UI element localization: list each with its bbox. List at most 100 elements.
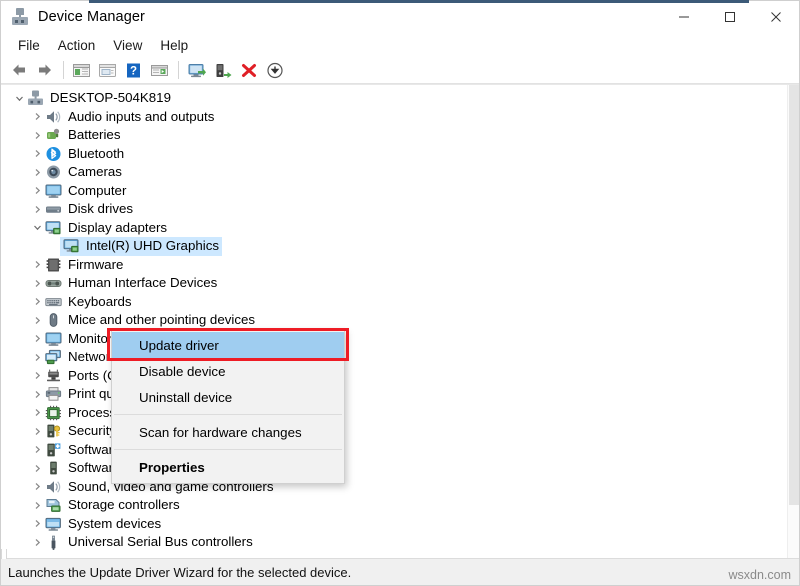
vertical-scrollbar[interactable] — [787, 85, 799, 558]
tree-item[interactable]: Audio inputs and outputs — [1, 108, 787, 127]
computer-root-icon — [27, 90, 44, 106]
chevron-right-icon[interactable] — [29, 367, 45, 385]
chevron-right-icon[interactable] — [29, 163, 45, 181]
software-component-icon — [45, 442, 62, 458]
tree-item[interactable]: System devices — [1, 515, 787, 534]
back-arrow-icon[interactable] — [6, 59, 31, 82]
chevron-right-icon[interactable] — [29, 459, 45, 477]
watermark: wsxdn.com — [728, 568, 791, 582]
device-manager-icon — [11, 8, 29, 26]
tree-item-label: Intel(R) UHD Graphics — [86, 237, 219, 253]
chevron-right-icon[interactable] — [29, 348, 45, 366]
mouse-icon — [45, 312, 62, 328]
properties-icon[interactable] — [95, 59, 120, 82]
help-icon[interactable]: ? — [121, 59, 146, 82]
chevron-right-icon[interactable] — [29, 256, 45, 274]
chevron-right-icon[interactable] — [29, 200, 45, 218]
tree-item[interactable]: Intel(R) UHD Graphics — [1, 236, 787, 256]
toolbar: ? — [1, 57, 799, 84]
chevron-right-icon[interactable] — [29, 478, 45, 496]
tree-root-item[interactable]: DESKTOP-504K819 — [1, 89, 787, 108]
chevron-right-icon[interactable] — [29, 293, 45, 311]
chevron-right-icon[interactable] — [29, 422, 45, 440]
bluetooth-icon — [45, 146, 62, 162]
tree-item-label: Audio inputs and outputs — [68, 108, 215, 124]
toolbar-separator-2 — [178, 61, 179, 79]
tree-item[interactable]: Keyboards — [1, 293, 787, 312]
tree-item[interactable]: Cameras — [1, 163, 787, 182]
close-button[interactable] — [753, 1, 799, 34]
security-device-icon — [45, 423, 62, 439]
update-driver-icon[interactable] — [210, 59, 235, 82]
chevron-right-icon[interactable] — [29, 496, 45, 514]
chevron-right-icon[interactable] — [29, 385, 45, 403]
chevron-down-icon[interactable] — [29, 219, 45, 237]
speaker-icon — [45, 479, 62, 495]
maximize-button[interactable] — [707, 1, 753, 34]
menu-view[interactable]: View — [104, 35, 151, 56]
scrollbar-thumb[interactable] — [789, 85, 799, 505]
tree-item-label: Disk drives — [68, 201, 134, 217]
tree-item[interactable]: Batteries — [1, 126, 787, 145]
context-menu-item-uninstall-device[interactable]: Uninstall device — [112, 384, 344, 410]
device-manager-window: Device Manager File Action View Help ? D… — [0, 0, 800, 586]
context-menu-label: Disable device — [139, 363, 226, 379]
chevron-right-icon[interactable] — [29, 145, 45, 163]
forward-arrow-icon[interactable] — [32, 59, 57, 82]
chevron-right-icon[interactable] — [29, 533, 45, 551]
chevron-right-icon[interactable] — [29, 108, 45, 126]
tree-item[interactable]: Universal Serial Bus controllers — [1, 533, 787, 552]
chevron-right-icon[interactable] — [29, 404, 45, 422]
chevron-right-icon[interactable] — [29, 330, 45, 348]
menu-help[interactable]: Help — [151, 35, 197, 56]
minimize-button[interactable] — [661, 1, 707, 34]
tree-item[interactable]: Bluetooth — [1, 145, 787, 164]
context-menu-item-scan-for-hardware-changes[interactable]: Scan for hardware changes — [112, 419, 344, 445]
tree-item-label: Universal Serial Bus controllers — [68, 534, 253, 550]
chevron-right-icon[interactable] — [29, 311, 45, 329]
tree-item-label: Display adapters — [68, 219, 168, 235]
tree-item[interactable]: Disk drives — [1, 200, 787, 219]
tree-item[interactable]: Firmware — [1, 256, 787, 275]
device-tree-panel: DESKTOP-504K819 Audio inputs and outputs… — [1, 84, 799, 558]
context-menu-item-disable-device[interactable]: Disable device — [112, 358, 344, 384]
window-controls — [661, 1, 799, 34]
chevron-right-icon[interactable] — [29, 182, 45, 200]
show-hide-action-pane-icon[interactable] — [147, 59, 172, 82]
menu-file[interactable]: File — [9, 35, 49, 56]
menu-action[interactable]: Action — [49, 35, 105, 56]
uninstall-device-icon[interactable] — [236, 59, 261, 82]
context-menu-label: Update driver — [139, 337, 219, 353]
tree-item-label: Cameras — [68, 164, 122, 180]
firmware-icon — [45, 257, 62, 273]
chevron-down-icon[interactable] — [11, 89, 27, 107]
tree-item-label: Computer — [68, 182, 127, 198]
port-icon — [45, 368, 62, 384]
tree-item-label: Storage controllers — [68, 497, 180, 513]
battery-icon — [45, 127, 62, 143]
tree-item-label: Human Interface Devices — [68, 275, 218, 291]
status-grip — [1, 549, 7, 559]
device-tree[interactable]: DESKTOP-504K819 Audio inputs and outputs… — [1, 89, 787, 558]
scan-for-hardware-changes-icon[interactable] — [184, 59, 209, 82]
tree-item[interactable]: Mice and other pointing devices — [1, 311, 787, 330]
tree-item[interactable]: Human Interface Devices — [1, 274, 787, 293]
tree-item[interactable]: Display adapters — [1, 219, 787, 238]
status-text: Launches the Update Driver Wizard for th… — [8, 564, 352, 580]
chevron-right-icon[interactable] — [29, 274, 45, 292]
chevron-right-icon[interactable] — [29, 441, 45, 459]
context-menu[interactable]: Update driver Disable device Uninstall d… — [111, 329, 345, 484]
tree-item-label: Keyboards — [68, 293, 132, 309]
context-menu-item-properties[interactable]: Properties — [112, 454, 344, 480]
context-menu-separator — [114, 414, 342, 415]
disable-device-icon[interactable] — [262, 59, 287, 82]
show-hide-console-tree-icon[interactable] — [69, 59, 94, 82]
chevron-right-icon[interactable] — [29, 126, 45, 144]
tree-item[interactable]: Computer — [1, 182, 787, 201]
network-adapter-icon — [45, 349, 62, 365]
context-menu-item-update-driver[interactable]: Update driver — [112, 332, 344, 358]
speaker-icon — [45, 109, 62, 125]
tree-item[interactable]: Storage controllers — [1, 496, 787, 515]
chevron-right-icon[interactable] — [29, 515, 45, 533]
keyboard-icon — [45, 294, 62, 310]
